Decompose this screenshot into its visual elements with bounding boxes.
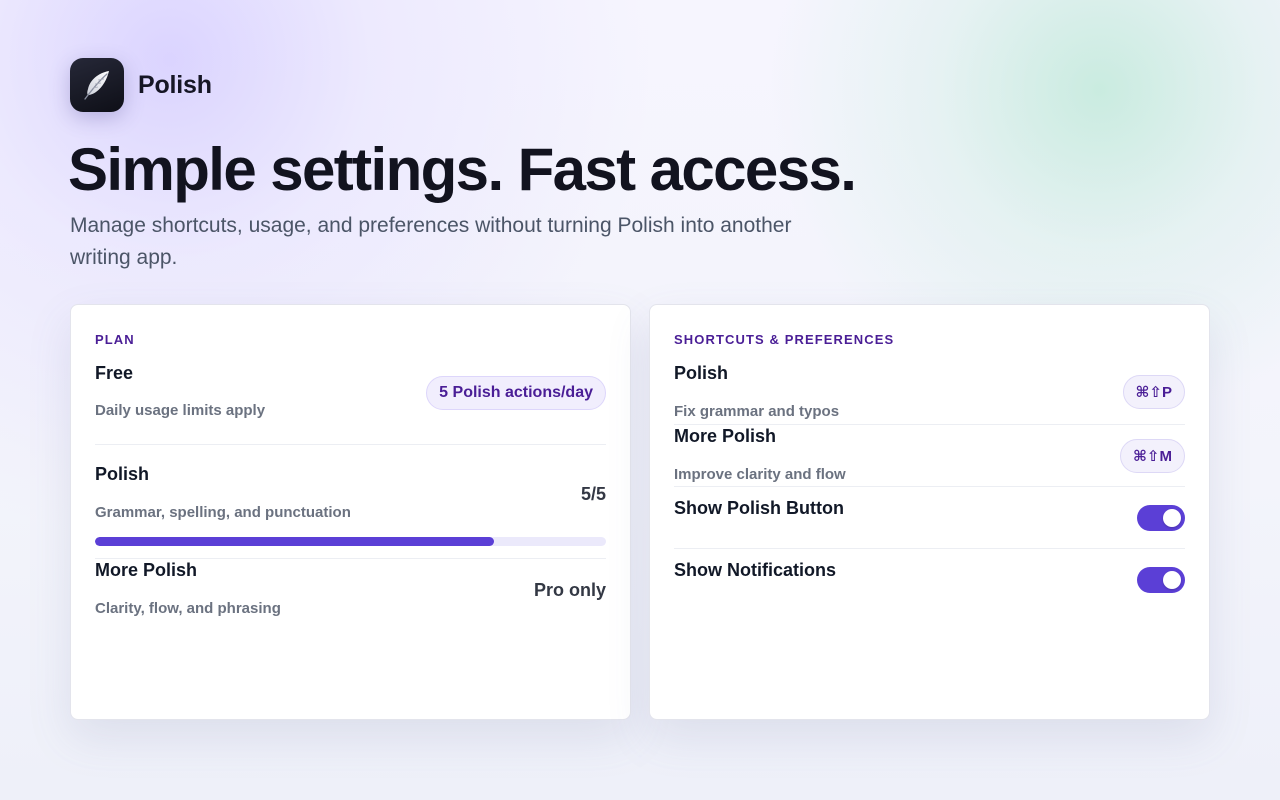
plan-card: PLAN Free Daily usage limits apply 5 Pol… bbox=[70, 304, 631, 720]
toggle-label: Show Polish Button bbox=[674, 498, 844, 518]
toggle-knob bbox=[1163, 509, 1181, 527]
usage-name: Polish bbox=[95, 464, 150, 484]
shortcut-row-polish: Polish Fix grammar and typos ⌘⇧P bbox=[674, 363, 1185, 423]
shortcut-description: Improve clarity and flow bbox=[674, 466, 846, 483]
usage-row-more-polish: More Polish Clarity, flow, and phrasing … bbox=[95, 560, 606, 620]
divider bbox=[95, 444, 606, 445]
shortcut-name: More Polish bbox=[674, 426, 777, 446]
pro-only-label: Pro only bbox=[533, 580, 606, 600]
toggle-label: Show Notifications bbox=[674, 560, 836, 580]
app-icon bbox=[70, 58, 124, 112]
divider bbox=[674, 548, 1185, 549]
toggle-row-show-polish-button: Show Polish Button bbox=[674, 498, 1185, 538]
toggle-knob bbox=[1163, 571, 1181, 589]
usage-progress-bar bbox=[95, 537, 606, 546]
show-notifications-toggle[interactable] bbox=[1137, 567, 1185, 593]
divider bbox=[674, 424, 1185, 425]
usage-row-polish: Polish Grammar, spelling, and punctuatio… bbox=[95, 464, 606, 548]
divider bbox=[674, 486, 1185, 487]
usage-progress-fill bbox=[95, 537, 494, 546]
app-name: Polish bbox=[138, 70, 212, 99]
plan-row: Free Daily usage limits apply 5 Polish a… bbox=[95, 363, 606, 423]
usage-description: Grammar, spelling, and punctuation bbox=[95, 504, 351, 521]
feather-icon bbox=[84, 71, 109, 100]
preferences-card: SHORTCUTS & PREFERENCES Polish Fix gramm… bbox=[649, 304, 1210, 720]
shortcut-name: Polish bbox=[674, 363, 729, 383]
plan-limit-badge: 5 Polish actions/day bbox=[426, 376, 606, 410]
usage-count: 5/5 bbox=[580, 484, 606, 504]
preferences-section-label: SHORTCUTS & PREFERENCES bbox=[674, 332, 895, 347]
show-polish-button-toggle[interactable] bbox=[1137, 505, 1185, 531]
shortcut-keys-button[interactable]: ⌘⇧M bbox=[1120, 439, 1185, 473]
brand: Polish bbox=[70, 58, 212, 112]
toggle-row-show-notifications: Show Notifications bbox=[674, 560, 1185, 600]
usage-name: More Polish bbox=[95, 560, 198, 580]
plan-section-label: PLAN bbox=[95, 332, 135, 347]
shortcut-row-more-polish: More Polish Improve clarity and flow ⌘⇧M bbox=[674, 426, 1185, 486]
shortcut-description: Fix grammar and typos bbox=[674, 403, 840, 420]
shortcut-keys-button[interactable]: ⌘⇧P bbox=[1122, 375, 1185, 409]
plan-description: Daily usage limits apply bbox=[95, 402, 266, 419]
page-subtitle: Manage shortcuts, usage, and preferences… bbox=[70, 214, 792, 269]
divider bbox=[95, 558, 606, 559]
plan-name: Free bbox=[95, 363, 134, 383]
usage-description: Clarity, flow, and phrasing bbox=[95, 600, 281, 617]
page-title: Simple settings. Fast access. bbox=[68, 136, 857, 203]
